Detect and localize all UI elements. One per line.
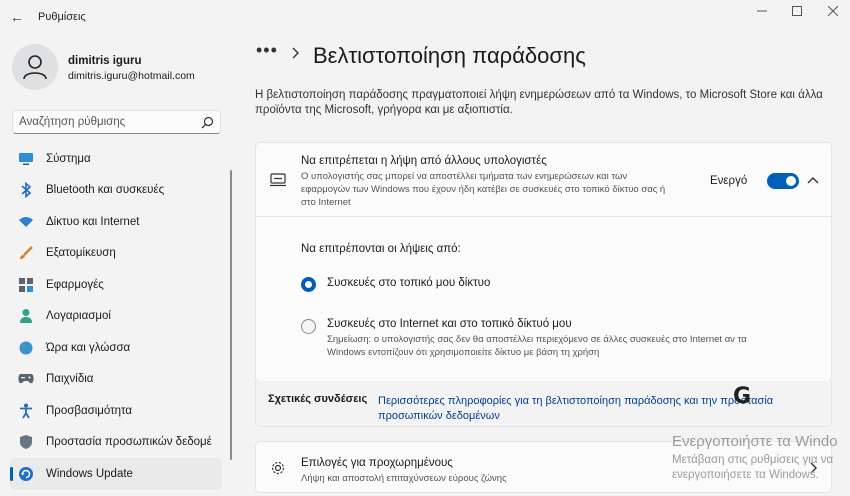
- advanced-options-title: Επιλογές για προχωρημένους: [301, 457, 453, 469]
- sidebar-item-label: Προστασία προσωπικών δεδομέ: [46, 436, 212, 449]
- toggle-state-label: Ενεργό: [710, 175, 748, 187]
- internet-and-local-label[interactable]: Συσκευές στο Internet και στο τοπικό δίκ…: [327, 318, 572, 330]
- apps-icon: [18, 277, 34, 293]
- sidebar-item-label: Εξατομίκευση: [46, 247, 116, 260]
- page-description: Η βελτιστοποίηση παράδοσης πραγματοποιεί…: [255, 89, 823, 116]
- sidebar-item-accounts[interactable]: Λογαριασμοί: [10, 301, 222, 333]
- title-bar: ← Ρυθμίσεις: [0, 0, 850, 34]
- sidebar-item-label: Bluetooth και συσκευές: [46, 184, 165, 197]
- update-icon: [18, 466, 34, 482]
- watermark-logo: G: [733, 384, 752, 409]
- accessibility-icon: [18, 403, 34, 419]
- search-input[interactable]: [19, 114, 199, 130]
- allow-downloads-description: Ο υπολογιστής σας μπορεί να αποστέλλει τ…: [301, 171, 666, 208]
- advanced-options-description: Λήψη και αποστολή επιταχύνσεων εύρους ζώ…: [301, 473, 507, 484]
- maximize-icon: [792, 6, 802, 16]
- sidebar-scrollbar[interactable]: [230, 170, 232, 460]
- monitor-icon: [18, 151, 34, 167]
- globe-icon: [18, 340, 34, 356]
- gear-icon: [271, 461, 285, 475]
- avatar: [12, 44, 58, 90]
- user-name: dimitris iguru: [68, 55, 142, 67]
- allow-downloads-header[interactable]: Να επιτρέπεται η λήψη από άλλους υπολογι…: [256, 143, 831, 217]
- downloads-from-label: Να επιτρέπονται οι λήψεις από:: [301, 243, 461, 255]
- wifi-icon: [18, 214, 34, 230]
- sidebar-item-label: Εφαρμογές: [46, 278, 104, 291]
- allow-downloads-card: Να επιτρέπεται η λήψη από άλλους υπολογι…: [255, 142, 832, 382]
- shield-icon: [18, 434, 34, 450]
- sidebar-item-label: Windows Update: [46, 467, 133, 480]
- sidebar-item-label: Παιχνίδια: [46, 373, 94, 386]
- sidebar-item-system[interactable]: Σύστημα: [10, 143, 222, 175]
- related-links-label: Σχετικές συνδέσεις: [268, 393, 368, 405]
- sidebar-item-accessibility[interactable]: Προσβασιμότητα: [10, 395, 222, 427]
- sidebar-item-apps[interactable]: Εφαρμογές: [10, 269, 222, 301]
- chevron-up-icon[interactable]: [807, 175, 819, 187]
- activation-watermark-title: Ενεργοποιήστε τα Windo: [672, 433, 838, 450]
- sidebar-item-privacy[interactable]: Προστασία προσωπικών δεδομέ: [10, 427, 222, 459]
- user-email: dimitris.iguru@hotmail.com: [68, 70, 195, 82]
- internet-option-note: Σημείωση: ο υπολογιστής σας δεν θα αποστ…: [327, 334, 747, 358]
- close-button[interactable]: [816, 0, 850, 22]
- allow-downloads-title: Να επιτρέπεται η λήψη από άλλους υπολογι…: [301, 155, 547, 167]
- search-icon[interactable]: [201, 116, 214, 129]
- chevron-right-icon: [292, 47, 299, 59]
- sidebar-item-label: Σύστημα: [46, 152, 91, 165]
- close-icon: [828, 6, 838, 16]
- local-network-label[interactable]: Συσκευές στο τοπικό μου δίκτυο: [327, 277, 490, 289]
- app-title: Ρυθμίσεις: [38, 11, 86, 23]
- maximize-button[interactable]: [780, 0, 814, 22]
- page-title: Βελτιστοποίηση παράδοσης: [313, 43, 586, 68]
- sidebar-item-network[interactable]: Δίκτυο και Internet: [10, 206, 222, 238]
- bluetooth-icon: [18, 182, 34, 199]
- back-arrow-icon[interactable]: ←: [6, 6, 28, 28]
- sidebar-item-personalization[interactable]: Εξατομίκευση: [10, 238, 222, 270]
- sidebar-item-label: Δίκτυο και Internet: [46, 215, 140, 228]
- sidebar-item-label: Προσβασιμότητα: [46, 404, 133, 417]
- search-box[interactable]: [12, 110, 221, 134]
- sidebar-item-time-language[interactable]: Ώρα και γλώσσα: [10, 332, 222, 364]
- brush-icon: [18, 245, 34, 261]
- sidebar-nav: Σύστημα Bluetooth και συσκευές Δίκτυο κα…: [10, 143, 222, 490]
- sidebar-item-windows-update[interactable]: Windows Update: [10, 458, 222, 490]
- sidebar-item-label: Ώρα και γλώσσα: [46, 341, 131, 354]
- laptop-download-icon: [270, 173, 286, 187]
- sidebar-item-gaming[interactable]: Παιχνίδια: [10, 364, 222, 396]
- allow-downloads-toggle[interactable]: [767, 173, 799, 189]
- minimize-button[interactable]: [745, 0, 779, 22]
- breadcrumb-overflow[interactable]: •••: [256, 40, 278, 61]
- sidebar-item-bluetooth[interactable]: Bluetooth και συσκευές: [10, 175, 222, 207]
- person-icon: [23, 55, 47, 80]
- internet-and-local-radio[interactable]: [301, 319, 316, 334]
- local-network-radio[interactable]: [301, 277, 316, 292]
- sidebar-item-label: Λογαριασμοί: [46, 310, 111, 323]
- toggle-knob: [786, 176, 796, 186]
- gamepad-icon: [18, 371, 34, 387]
- activation-watermark-subtitle: Μετάβαση στις ρυθμίσεις για να ενεργοποι…: [672, 454, 834, 481]
- person-icon: [18, 308, 34, 324]
- minimize-icon: [757, 10, 767, 12]
